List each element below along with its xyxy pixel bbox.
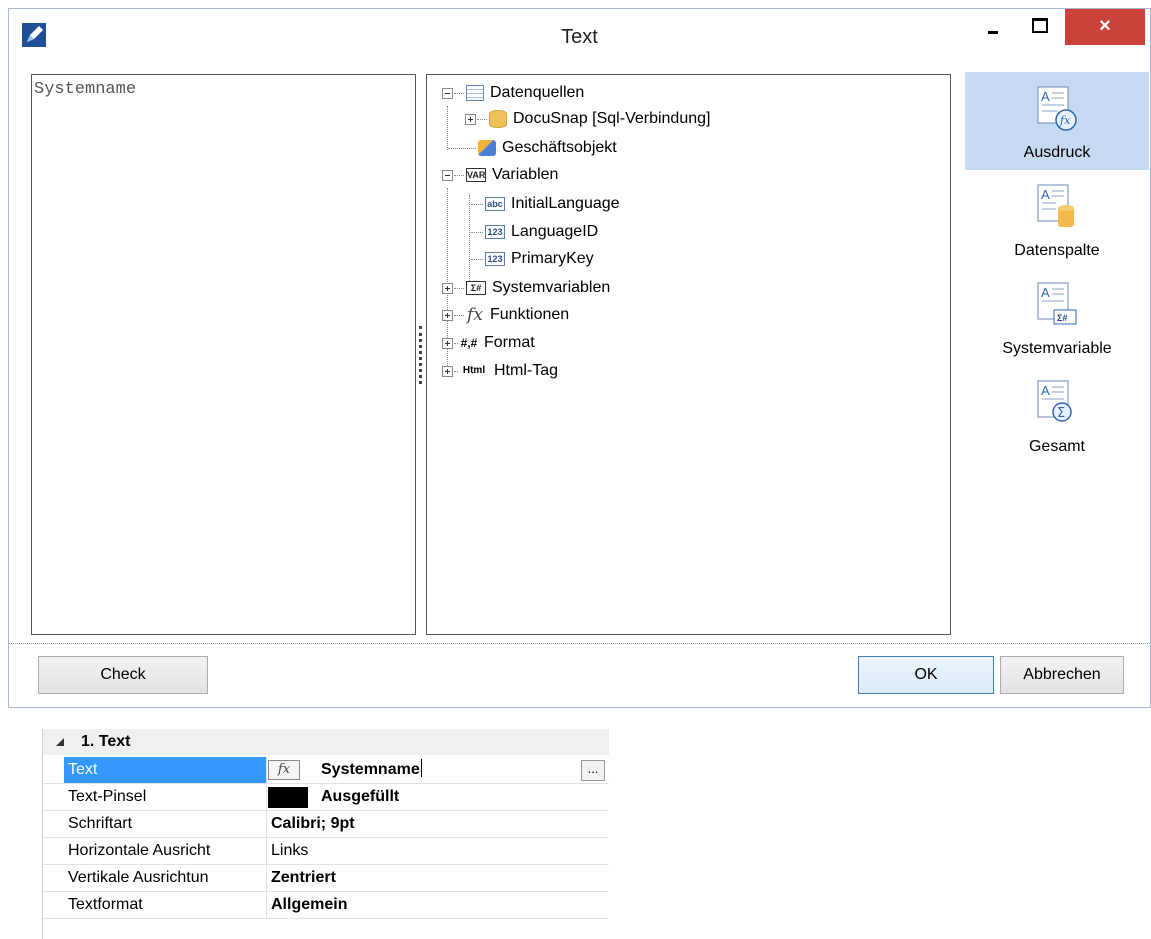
string-variable-icon: abc: [485, 197, 505, 211]
tree-item-datenquellen[interactable]: Datenquellen: [442, 80, 584, 106]
fx-icon[interactable]: fx: [268, 760, 300, 780]
dialog-content: Systemname Datenquellen DocuSnap [Sql-Ve…: [9, 64, 1150, 707]
tree-item-variablen[interactable]: VAR Variablen: [442, 162, 558, 188]
expand-arrow-icon[interactable]: [43, 811, 64, 837]
expand-icon[interactable]: [442, 309, 453, 321]
svg-text:A: A: [1041, 187, 1050, 202]
expand-icon[interactable]: [442, 337, 453, 349]
property-value: Links: [271, 842, 309, 859]
table-icon: [466, 85, 484, 101]
data-column-icon: A: [1034, 183, 1078, 231]
property-name: Textformat: [64, 892, 267, 918]
property-name: Text: [64, 757, 267, 783]
maximize-button[interactable]: [1021, 9, 1057, 42]
fx-icon: fx: [467, 305, 483, 325]
expression-text: Systemname: [34, 80, 137, 99]
number-variable-icon: 123: [485, 252, 505, 266]
var-icon: VAR: [466, 168, 486, 182]
property-category-text[interactable]: 1. Text: [43, 729, 609, 755]
expression-icon: A fx: [1034, 85, 1078, 133]
cancel-button[interactable]: Abbrechen: [1000, 656, 1124, 694]
data-tree[interactable]: Datenquellen DocuSnap [Sql-Verbindung] G…: [426, 74, 951, 635]
property-row-schriftart[interactable]: Schriftart Calibri; 9pt: [43, 811, 609, 838]
property-row-textformat[interactable]: Textformat Allgemein: [43, 892, 609, 919]
expression-editor[interactable]: Systemname: [31, 74, 416, 635]
property-grid: 1. Text Text fx Systemname ... Text-Pins…: [42, 729, 609, 939]
svg-text:Σ#: Σ#: [1057, 313, 1067, 323]
color-swatch: [268, 787, 308, 808]
expand-icon[interactable]: [465, 113, 476, 125]
format-icon: #,#: [460, 336, 478, 350]
dialog-divider: [9, 643, 1150, 644]
tree-item-geschaeftsobjekt[interactable]: Geschäftsobjekt: [447, 135, 617, 161]
property-value: Allgemein: [271, 896, 348, 913]
expand-icon[interactable]: [442, 282, 453, 294]
palette-item-datenspalte[interactable]: A Datenspalte: [965, 170, 1149, 268]
tree-item-funktionen[interactable]: fx Funktionen: [442, 302, 569, 328]
system-variable-icon: Σ#: [466, 281, 486, 295]
svg-text:Σ: Σ: [1057, 406, 1065, 421]
expand-icon[interactable]: [442, 365, 453, 377]
number-variable-icon: 123: [485, 225, 505, 239]
collapse-triangle-icon[interactable]: [56, 738, 64, 746]
property-value-input[interactable]: Systemname: [318, 757, 659, 783]
property-value: Ausgefüllt: [321, 788, 400, 805]
collapse-icon[interactable]: [442, 169, 453, 181]
property-row-horizontale-ausrichtung[interactable]: Horizontale Ausricht Links: [43, 838, 609, 865]
property-row-text[interactable]: Text fx Systemname ...: [43, 757, 609, 784]
svg-text:A: A: [1041, 89, 1050, 104]
expand-arrow-icon[interactable]: [43, 784, 64, 810]
tree-item-languageid[interactable]: 123 LanguageID: [470, 219, 598, 245]
property-name: Text-Pinsel: [64, 784, 267, 810]
svg-text:A: A: [1041, 383, 1050, 398]
business-object-icon: [478, 140, 496, 156]
splitter-handle[interactable]: [419, 326, 422, 384]
system-variable-icon: A Σ#: [1034, 281, 1078, 329]
property-row-text-pinsel[interactable]: Text-Pinsel Ausgefüllt: [43, 784, 609, 811]
svg-text:A: A: [1041, 285, 1050, 300]
property-value: Zentriert: [271, 869, 336, 886]
tree-item-html-tag[interactable]: Html Html-Tag: [442, 358, 558, 384]
tree-item-docusnap[interactable]: DocuSnap [Sql-Verbindung]: [465, 106, 710, 132]
total-icon: A Σ: [1034, 379, 1078, 427]
ellipsis-button[interactable]: ...: [581, 760, 605, 781]
collapse-icon[interactable]: [442, 87, 453, 99]
palette-item-ausdruck[interactable]: A fx Ausdruck: [965, 72, 1149, 170]
property-row-vertikale-ausrichtung[interactable]: Vertikale Ausrichtun Zentriert: [43, 865, 609, 892]
tree-item-primarykey[interactable]: 123 PrimaryKey: [470, 246, 594, 272]
insert-palette: A fx Ausdruck A Datenspalte A Σ# Systemv…: [956, 64, 1150, 642]
tree-item-initiallanguage[interactable]: abc InitialLanguage: [470, 191, 620, 217]
tree-item-format[interactable]: #,# Format: [442, 330, 535, 356]
close-button[interactable]: ×: [1065, 9, 1145, 45]
text-caret: [420, 759, 422, 777]
property-name: Horizontale Ausricht: [64, 838, 267, 864]
title-bar[interactable]: Text ×: [9, 9, 1150, 64]
palette-item-systemvariable[interactable]: A Σ# Systemvariable: [965, 268, 1149, 366]
property-name: Vertikale Ausrichtun: [64, 865, 267, 891]
ok-button[interactable]: OK: [858, 656, 994, 694]
property-name: Schriftart: [64, 811, 267, 837]
tree-item-systemvariablen[interactable]: Σ# Systemvariablen: [442, 275, 610, 301]
html-icon: Html: [462, 365, 486, 376]
minimize-button[interactable]: [975, 9, 1011, 42]
database-icon: [489, 110, 507, 128]
svg-text:fx: fx: [1059, 114, 1071, 127]
check-button[interactable]: Check: [38, 656, 208, 694]
text-dialog: Text × Systemname Datenquellen DocuSnap …: [8, 8, 1151, 708]
palette-item-gesamt[interactable]: A Σ Gesamt: [965, 366, 1149, 464]
property-value: Calibri; 9pt: [271, 815, 355, 832]
